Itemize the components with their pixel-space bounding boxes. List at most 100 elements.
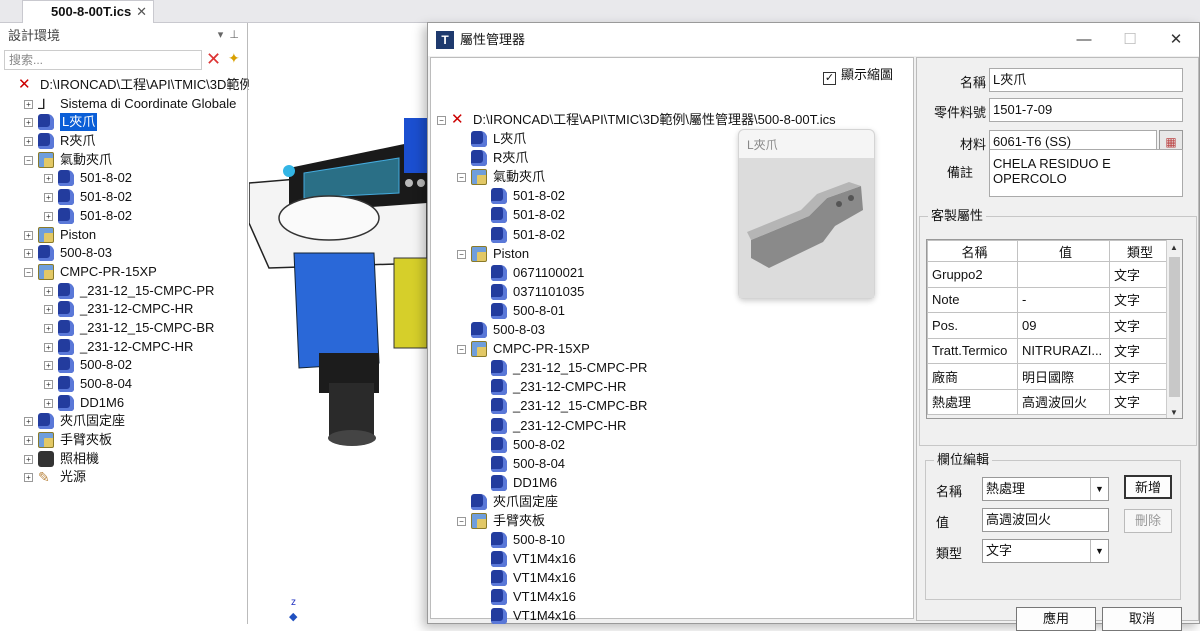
tree-item[interactable]: 500-8-04 <box>437 455 907 474</box>
collapse-icon[interactable]: − <box>457 173 466 183</box>
tree-item[interactable]: + L夾爪 <box>4 113 248 132</box>
cell-value[interactable]: 高週波回火 <box>1017 388 1110 415</box>
cell-name[interactable]: Gruppo2 <box>927 261 1018 288</box>
expand-icon[interactable]: + <box>44 380 53 389</box>
expand-icon[interactable]: + <box>44 193 53 203</box>
expand-icon[interactable]: + <box>24 417 33 427</box>
expand-icon[interactable]: + <box>44 286 53 296</box>
expand-icon[interactable]: + <box>24 137 33 147</box>
tree-item[interactable]: +500-8-02 <box>4 356 248 375</box>
cell-type[interactable]: 文字 <box>1109 388 1167 415</box>
collapse-icon[interactable]: − <box>457 345 466 355</box>
tree-item[interactable]: DD1M6 <box>437 474 907 493</box>
tree-item[interactable]: + _231-12-CMPC-HR <box>4 300 248 319</box>
expand-icon[interactable]: + <box>44 305 53 315</box>
tree-item[interactable]: − 手臂夾板 <box>437 512 907 531</box>
table-row[interactable]: Tratt.Termico NITRURAZI... 文字 <box>927 337 1167 364</box>
expand-icon[interactable]: + <box>44 361 53 371</box>
tree-item[interactable]: _231-12-CMPC-HR <box>437 378 907 397</box>
tree-item[interactable]: VT1M4x16 <box>437 588 907 607</box>
tree-item[interactable]: +501-8-02 <box>4 188 248 207</box>
search-input[interactable]: 搜索... <box>4 50 202 70</box>
collapse-icon[interactable]: − <box>457 249 466 259</box>
edit-name-select[interactable]: 熱處理 ▼ <box>982 477 1109 501</box>
3d-viewport[interactable]: z ◆ <box>249 23 427 624</box>
expand-icon[interactable]: + <box>24 473 33 483</box>
tree-item[interactable]: + 照相機 <box>4 450 248 469</box>
tree-item[interactable]: + ✎ 光源 <box>4 468 248 487</box>
tree-item[interactable]: − CMPC-PR-15XP <box>4 263 248 282</box>
pin-icon[interactable]: ▾ ⊥ <box>218 23 239 48</box>
col-header-name[interactable]: 名稱 <box>927 240 1018 262</box>
expand-icon[interactable]: + <box>44 211 53 221</box>
tree-item[interactable]: _231-12_15-CMPC-PR <box>437 359 907 378</box>
tree-item[interactable]: 500-8-03 <box>437 321 907 340</box>
expand-icon[interactable]: + <box>44 323 53 333</box>
tree-item[interactable]: ✕ D:\IRONCAD\工程\API\TMIC\3D範例 <box>4 76 252 95</box>
table-row[interactable]: Note - 文字 <box>927 286 1167 313</box>
collapse-icon[interactable]: − <box>24 155 33 165</box>
apply-button[interactable]: 應用 <box>1016 607 1096 631</box>
table-row[interactable]: Pos. 09 文字 <box>927 312 1167 339</box>
collapse-icon[interactable]: − <box>24 267 33 277</box>
cell-value[interactable]: 明日國際 <box>1017 363 1110 390</box>
expand-icon[interactable]: + <box>24 436 33 446</box>
scroll-down-icon[interactable]: ▼ <box>1170 408 1178 417</box>
tree-item[interactable]: + Piston <box>4 226 248 245</box>
expand-icon[interactable]: + <box>24 99 33 109</box>
cell-value[interactable]: - <box>1017 286 1110 313</box>
minimize-button[interactable]: — <box>1061 23 1107 56</box>
scroll-up-icon[interactable]: ▲ <box>1170 243 1178 252</box>
remark-field[interactable]: CHELA RESIDUO E OPERCOLO <box>989 149 1183 197</box>
cell-name[interactable]: 廠商 <box>927 363 1018 390</box>
search-options-icon[interactable]: ✦ <box>228 50 240 67</box>
table-scrollbar[interactable]: ▲ ▼ <box>1166 240 1182 418</box>
expand-icon[interactable]: + <box>44 342 53 352</box>
cell-value[interactable] <box>1017 261 1110 288</box>
expand-icon[interactable]: + <box>44 174 53 184</box>
expand-icon[interactable]: + <box>44 398 53 408</box>
tree-item[interactable]: VT1M4x16 <box>437 550 907 569</box>
part-number-field[interactable]: 1501-7-09 <box>989 98 1183 122</box>
delete-button[interactable]: 刪除 <box>1124 509 1172 533</box>
expand-icon[interactable]: + <box>24 230 33 240</box>
col-header-value[interactable]: 值 <box>1017 240 1110 262</box>
cell-value[interactable]: 09 <box>1017 312 1110 339</box>
tree-item[interactable]: 夾爪固定座 <box>437 493 907 512</box>
tree-item[interactable]: − 氣動夾爪 <box>4 151 248 170</box>
cell-type[interactable]: 文字 <box>1109 261 1167 288</box>
scrollbar-thumb[interactable] <box>1169 257 1180 397</box>
tree-item[interactable]: _231-12-CMPC-HR <box>437 417 907 436</box>
cell-name[interactable]: Note <box>927 286 1018 313</box>
clear-search-icon[interactable]: ✕ <box>206 49 221 69</box>
document-tab[interactable]: 500-8-00T.ics ✕ <box>22 0 154 23</box>
collapse-icon[interactable]: − <box>457 516 466 526</box>
expand-icon[interactable]: + <box>24 249 33 259</box>
cell-name[interactable]: Pos. <box>927 312 1018 339</box>
cell-name[interactable]: 熱處理 <box>927 388 1018 415</box>
maximize-button[interactable]: ☐ <box>1107 23 1153 56</box>
tree-item[interactable]: 500-8-01 <box>437 302 907 321</box>
tree-item[interactable]: +501-8-02 <box>4 169 248 188</box>
table-row[interactable]: 熱處理 高週波回火 文字 <box>927 388 1167 415</box>
expand-icon[interactable]: + <box>24 454 33 464</box>
tree-item[interactable]: − CMPC-PR-15XP <box>437 340 907 359</box>
tree-item[interactable]: _231-12_15-CMPC-BR <box>437 397 907 416</box>
cell-type[interactable]: 文字 <box>1109 337 1167 364</box>
cell-type[interactable]: 文字 <box>1109 363 1167 390</box>
edit-value-input[interactable]: 高週波回火 <box>982 508 1109 532</box>
edit-type-select[interactable]: 文字 ▼ <box>982 539 1109 563</box>
table-row[interactable]: Gruppo2 文字 <box>927 261 1167 288</box>
tree-item[interactable]: +501-8-02 <box>4 207 248 226</box>
tree-item[interactable]: +500-8-04 <box>4 375 248 394</box>
cell-name[interactable]: Tratt.Termico <box>927 337 1018 364</box>
tree-item[interactable]: VT1M4x16 <box>437 569 907 588</box>
col-header-type[interactable]: 類型 <box>1109 240 1167 262</box>
add-button[interactable]: 新增 <box>1124 475 1172 499</box>
close-tab-icon[interactable]: ✕ <box>136 1 147 23</box>
expand-icon[interactable]: + <box>24 118 33 128</box>
tree-item[interactable]: +500-8-03 <box>4 244 248 263</box>
show-preview-checkbox[interactable]: ✓ 顯示縮圖 <box>822 64 893 85</box>
table-row[interactable]: 廠商 明日國際 文字 <box>927 363 1167 390</box>
tree-item[interactable]: − ✕ D:\IRONCAD\工程\API\TMIC\3D範例\屬性管理器\500-… <box>437 111 907 130</box>
